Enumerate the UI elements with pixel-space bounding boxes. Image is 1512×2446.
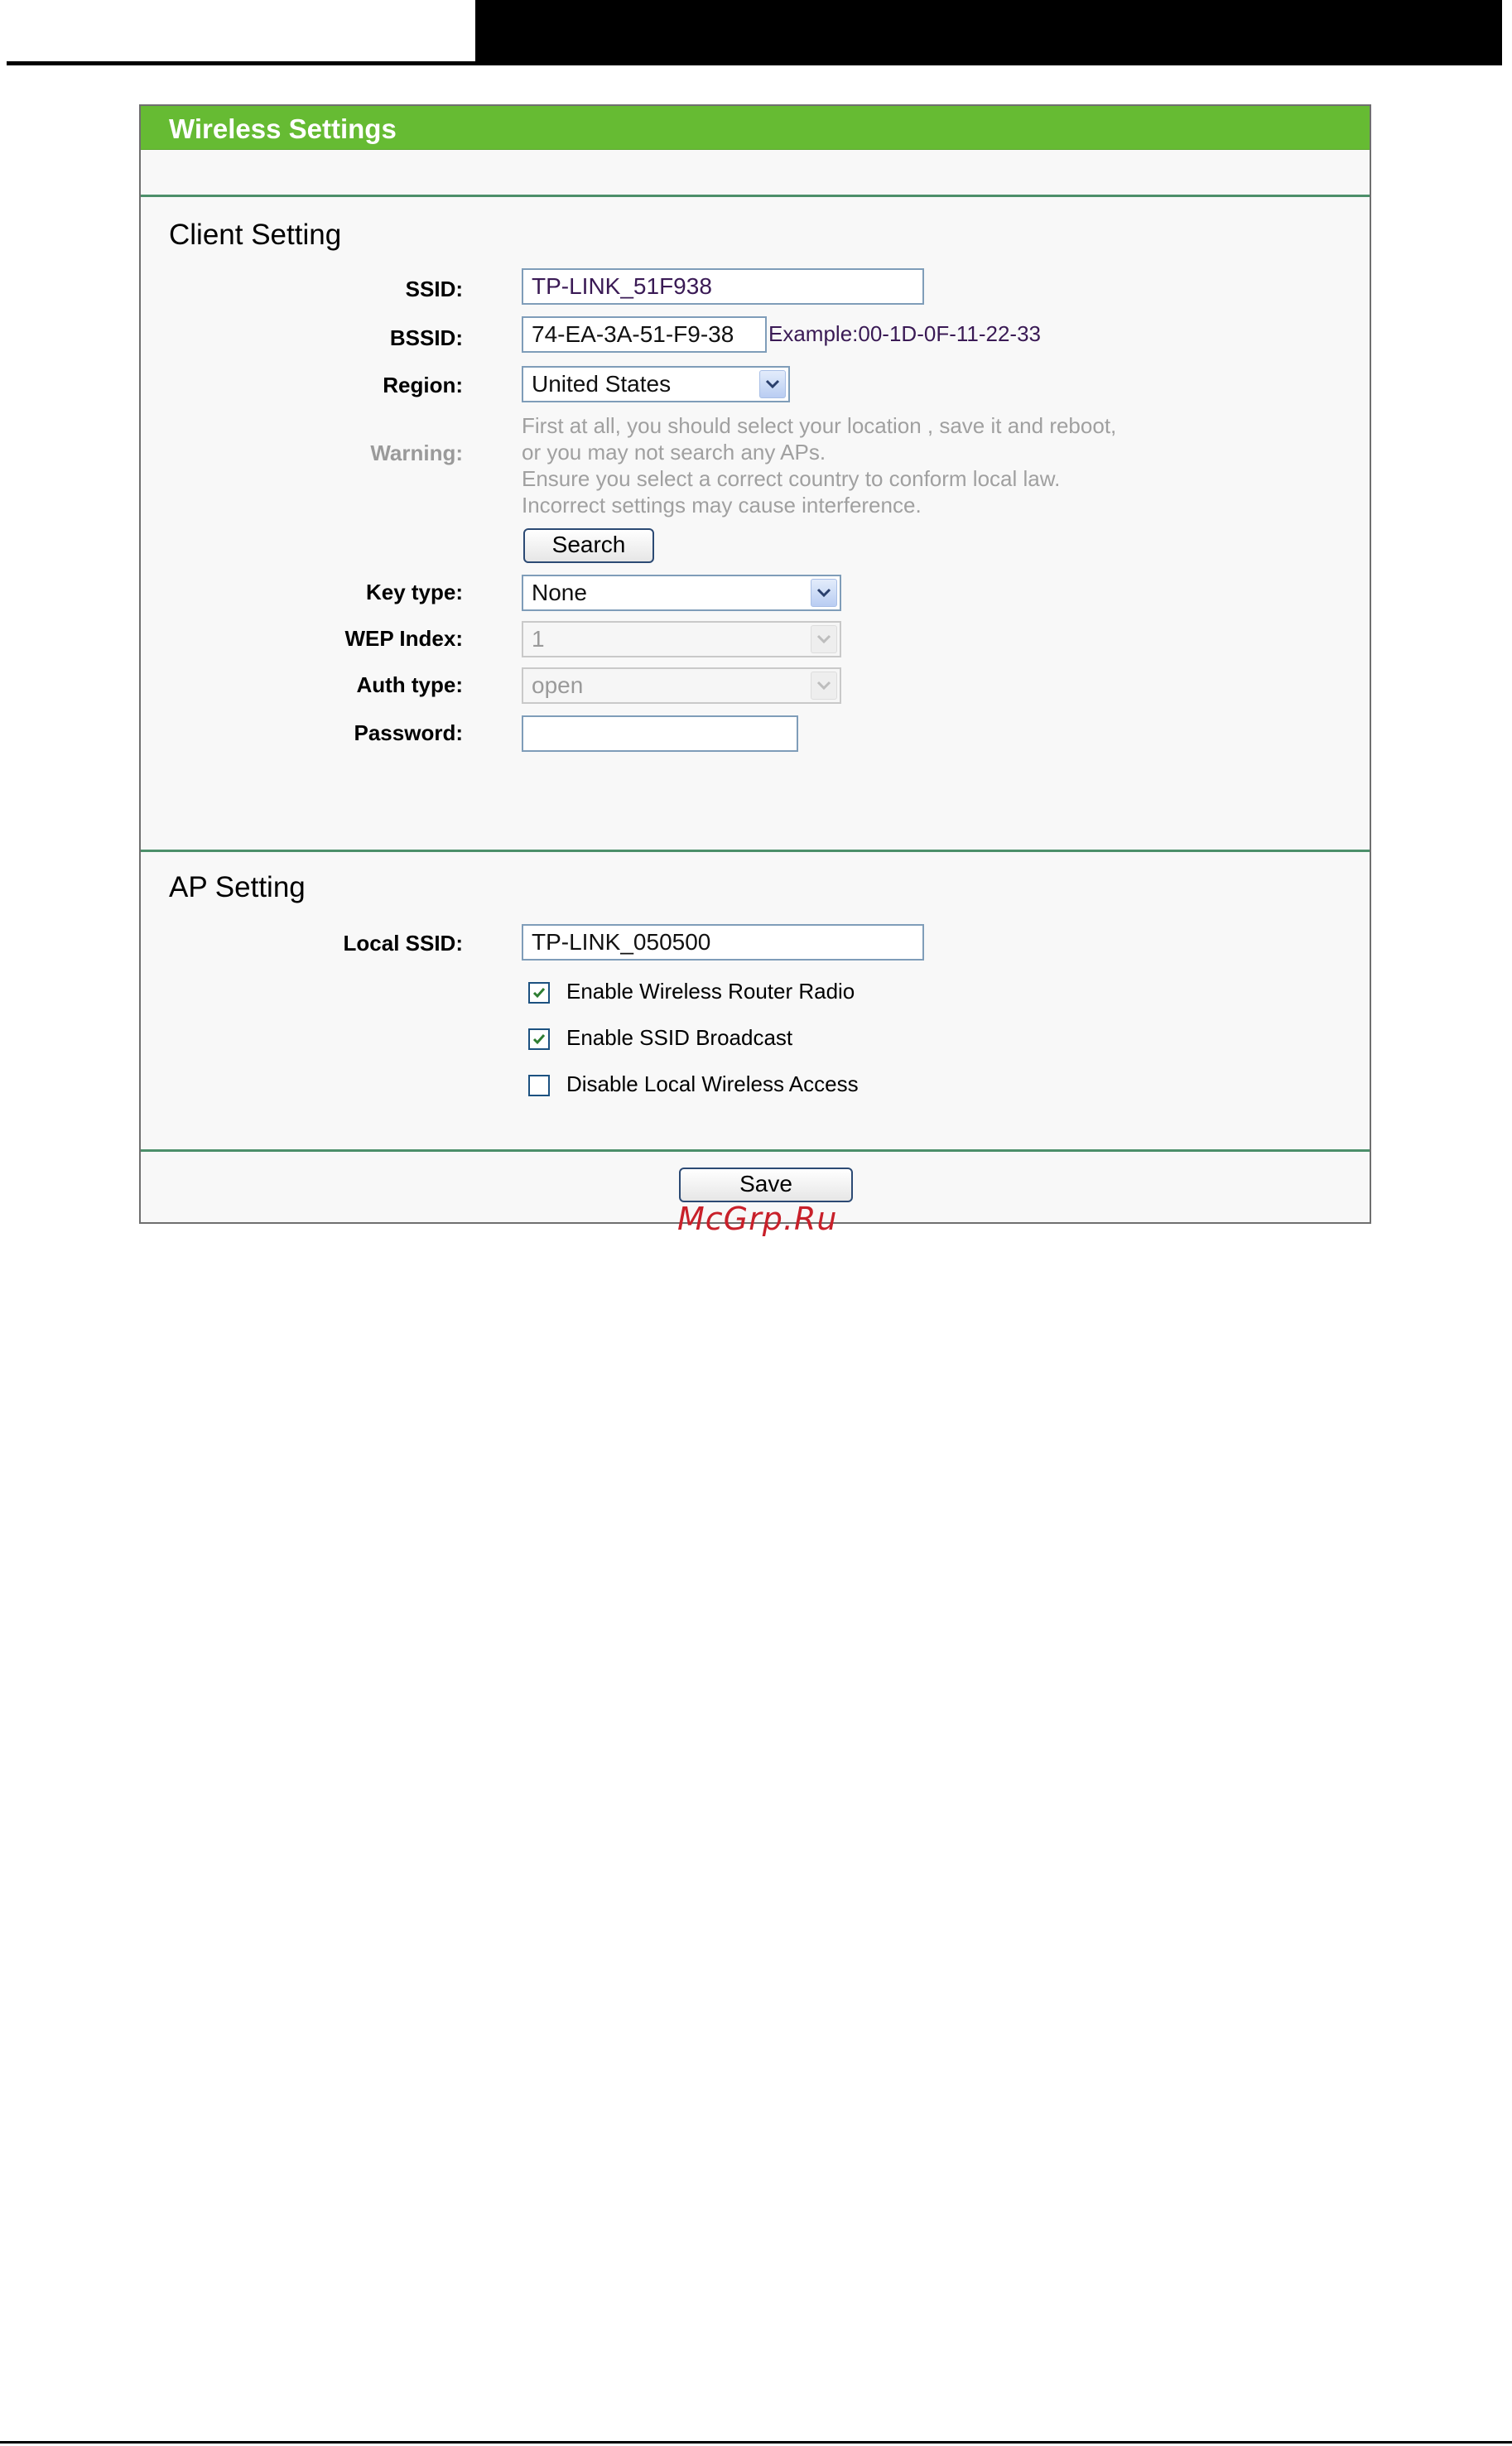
bssid-example: Example:00-1D-0F-11-22-33 <box>768 321 1041 346</box>
region-value: United States <box>532 371 672 397</box>
checkmark-icon <box>532 1034 546 1045</box>
auth-type-label: Auth type: <box>356 672 463 697</box>
local-ssid-input[interactable]: TP-LINK_050500 <box>522 924 924 961</box>
enable-ssid-broadcast-checkbox[interactable] <box>528 1028 550 1050</box>
wireless-settings-panel: Wireless Settings Client Setting SSID: T… <box>139 104 1371 1224</box>
warning-line: First at all, you should select your loc… <box>522 413 1117 438</box>
chevron-down-icon[interactable] <box>759 370 786 398</box>
warning-line: Ensure you select a correct country to c… <box>522 466 1061 491</box>
enable-ssid-broadcast-label: Enable SSID Broadcast <box>566 1025 793 1050</box>
chevron-down-icon[interactable] <box>811 579 837 607</box>
checkmark-icon <box>532 988 546 999</box>
region-label: Region: <box>383 373 463 397</box>
warning-line: or you may not search any APs. <box>522 440 826 465</box>
panel-title: Wireless Settings <box>169 113 397 144</box>
page-footer-rule <box>0 2441 1512 2444</box>
local-ssid-label: Local SSID: <box>343 931 463 956</box>
client-setting-title: Client Setting <box>169 219 342 251</box>
page-header-bar <box>475 0 1502 63</box>
separator <box>141 1149 1370 1152</box>
watermark: McGrp.Ru <box>677 1201 838 1237</box>
save-button[interactable]: Save <box>679 1168 853 1202</box>
warning-label: Warning: <box>370 441 463 465</box>
chevron-down-icon <box>811 625 837 653</box>
separator <box>141 195 1370 197</box>
key-type-select[interactable]: None <box>522 575 841 611</box>
password-label: Password: <box>354 720 464 745</box>
separator <box>141 850 1370 852</box>
auth-type-value: open <box>532 672 584 698</box>
region-select[interactable]: United States <box>522 366 790 402</box>
warning-line: Incorrect settings may cause interferenc… <box>522 493 922 518</box>
ap-setting-title: AP Setting <box>169 871 306 903</box>
warning-text: First at all, you should select your loc… <box>522 412 1116 518</box>
enable-radio-label: Enable Wireless Router Radio <box>566 979 855 1004</box>
search-button[interactable]: Search <box>523 528 654 563</box>
enable-radio-checkbox[interactable] <box>528 982 550 1004</box>
auth-type-select[interactable]: open <box>522 667 841 704</box>
panel-title-bar: Wireless Settings <box>141 106 1370 150</box>
key-type-value: None <box>532 580 587 605</box>
disable-local-wireless-label: Disable Local Wireless Access <box>566 1071 859 1096</box>
disable-local-wireless-checkbox[interactable] <box>528 1075 550 1096</box>
wep-index-label: WEP Index: <box>344 626 463 651</box>
ssid-label: SSID: <box>405 277 463 301</box>
ssid-input[interactable]: TP-LINK_51F938 <box>522 268 924 305</box>
wep-index-select[interactable]: 1 <box>522 621 841 657</box>
bssid-input[interactable]: 74-EA-3A-51-F9-38 <box>522 316 767 353</box>
key-type-label: Key type: <box>365 580 463 604</box>
password-input[interactable] <box>522 715 798 752</box>
bssid-label: BSSID: <box>389 325 463 350</box>
page-header-rule <box>7 61 1502 65</box>
wep-index-value: 1 <box>532 626 545 652</box>
chevron-down-icon <box>811 672 837 700</box>
